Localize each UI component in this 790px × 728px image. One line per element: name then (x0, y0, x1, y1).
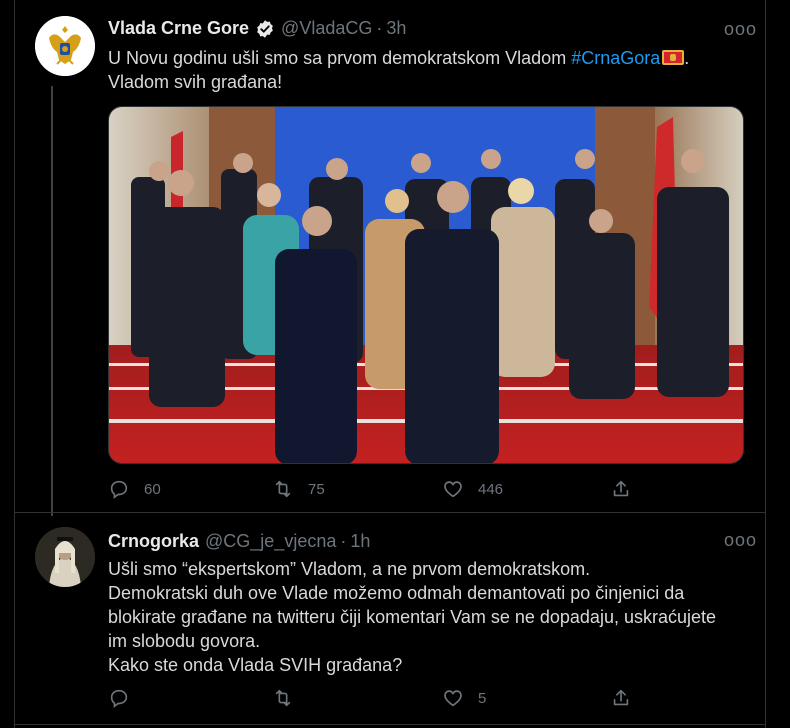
tweet-vlada-crne-gore[interactable]: Vlada Crne Gore @VladaCG · 3h ooo U Novu… (14, 0, 766, 510)
avatar[interactable] (35, 16, 95, 76)
separator-dot: · (340, 531, 347, 551)
heart-icon (444, 481, 462, 498)
montenegro-flag-icon (662, 50, 685, 65)
tweet-text-line: Demokratski duh ove Vlade možemo odmah d… (108, 583, 685, 603)
more-options-icon[interactable]: ooo (724, 531, 756, 549)
tweet-text-line: Ušli smo “ekspertskom” Vladom, a ne prvo… (108, 559, 591, 579)
retweet-icon (275, 480, 291, 498)
tweet-header: Crnogorka @CG_je_vjecna · 1h (108, 531, 370, 552)
reply-button[interactable]: 60 (108, 474, 161, 504)
tweet-text: Ušli smo “ekspertskom” Vladom, a ne prvo… (108, 557, 716, 677)
tweet-actions: 5 (108, 683, 728, 713)
tweet-text-line-1: U Novu godinu ušli smo sa prvom demokrat… (108, 46, 689, 70)
tweet-actions: 60 75 446 (108, 474, 728, 504)
tweet-header: Vlada Crne Gore @VladaCG · 3h (108, 18, 406, 39)
tweet-text-line-2: Vladom svih građana! (108, 72, 283, 92)
tweet-text-prefix: U Novu godinu ušli smo sa prvom demokrat… (108, 48, 572, 68)
tweet-text: U Novu godinu ušli smo sa prvom demokrat… (108, 46, 689, 94)
display-name[interactable]: Vlada Crne Gore (108, 18, 249, 39)
share-icon (613, 480, 629, 497)
tweet-text-line: blokirate građane na twitteru čiji komen… (108, 607, 717, 627)
like-button[interactable]: 446 (442, 474, 503, 504)
retweet-button[interactable]: 75 (272, 474, 325, 504)
display-name[interactable]: Crnogorka (108, 531, 199, 552)
profile-photo-icon (35, 527, 95, 587)
retweet-count: 75 (308, 480, 325, 498)
separator-dot: · (376, 18, 383, 38)
group-photo-image (109, 107, 743, 463)
coat-of-arms-icon (35, 16, 95, 76)
tweet-text-line: Kako ste onda Vlada SVIH građana? (108, 655, 403, 675)
divider (14, 724, 766, 725)
tweet-text-suffix: . (684, 48, 690, 68)
reply-icon (110, 480, 128, 499)
tweet-photo[interactable] (108, 106, 744, 464)
reply-button[interactable] (108, 683, 144, 713)
tweet-crnogorka[interactable]: Crnogorka @CG_je_vjecna · 1h ooo Ušli sm… (14, 512, 766, 726)
user-handle[interactable]: @CG_je_vjecna (205, 531, 336, 552)
avatar[interactable] (35, 527, 95, 587)
heart-icon (444, 690, 462, 707)
reply-icon (110, 689, 128, 708)
retweet-button[interactable] (272, 683, 308, 713)
share-button[interactable] (610, 474, 632, 504)
timestamp[interactable]: 1h (350, 531, 370, 552)
reply-count: 60 (144, 480, 161, 498)
retweet-icon (275, 689, 291, 707)
share-icon (613, 689, 629, 706)
like-button[interactable]: 5 (442, 683, 486, 713)
timestamp[interactable]: 3h (386, 18, 406, 39)
more-options-icon[interactable]: ooo (724, 20, 756, 38)
share-button[interactable] (610, 683, 632, 713)
verified-badge-icon (257, 19, 273, 38)
hashtag-link[interactable]: #CrnaGora (571, 48, 660, 68)
like-count: 446 (478, 480, 504, 498)
like-count: 5 (478, 689, 487, 707)
tweet-text-line: im slobodu govora. (108, 631, 261, 651)
user-handle[interactable]: @VladaCG (281, 18, 372, 39)
